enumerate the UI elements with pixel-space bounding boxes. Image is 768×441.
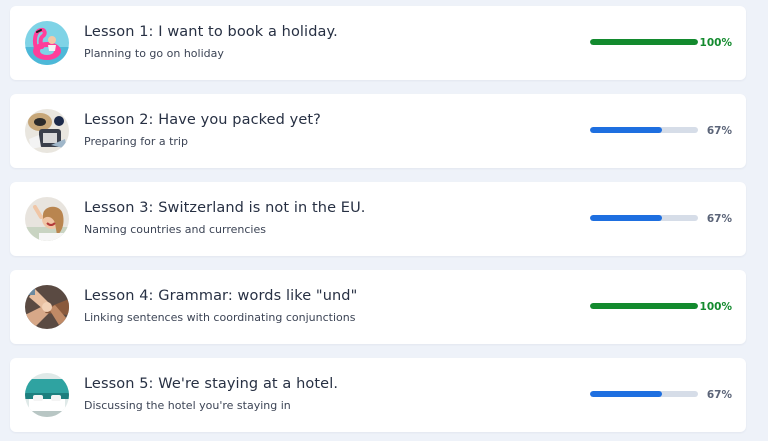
packed-suitcase-icon [25, 109, 69, 153]
progress-bar [590, 215, 698, 221]
lesson-title: Lesson 5: We're staying at a hotel. [84, 376, 339, 392]
progress-bar [590, 127, 698, 133]
lesson-card-5[interactable]: Lesson 5: We're staying at a hotel. Disc… [10, 358, 746, 432]
flamingo-float-icon [25, 21, 69, 65]
progress-bar [590, 391, 698, 397]
progress-percent: 67% [706, 213, 732, 225]
smiling-woman-icon [25, 197, 69, 241]
progress-percent: 67% [706, 389, 732, 401]
lesson-title: Lesson 4: Grammar: words like "und" [84, 288, 358, 304]
hotel-room-icon [25, 373, 69, 417]
lesson-title: Lesson 1: I want to book a holiday. [84, 24, 338, 40]
progress-percent: 100% [699, 301, 732, 313]
lesson-card-2[interactable]: Lesson 2: Have you packed yet? Preparing… [10, 94, 746, 168]
lesson-subtitle: Planning to go on holiday [84, 47, 224, 60]
progress-bar [590, 303, 698, 309]
lesson-subtitle: Discussing the hotel you're staying in [84, 399, 291, 412]
lesson-subtitle: Preparing for a trip [84, 135, 188, 148]
progress-fill [590, 39, 698, 45]
progress-percent: 100% [699, 37, 732, 49]
progress-fill [590, 303, 698, 309]
progress-fill [590, 215, 663, 221]
lesson-card-1[interactable]: Lesson 1: I want to book a holiday. Plan… [10, 6, 746, 80]
lesson-list: Lesson 1: I want to book a holiday. Plan… [0, 0, 768, 441]
lesson-title: Lesson 2: Have you packed yet? [84, 112, 321, 128]
progress-fill [590, 391, 663, 397]
stacked-hands-icon [25, 285, 69, 329]
lesson-title: Lesson 3: Switzerland is not in the EU. [84, 200, 366, 216]
progress-bar [590, 39, 698, 45]
lesson-subtitle: Linking sentences with coordinating conj… [84, 311, 356, 324]
lesson-subtitle: Naming countries and currencies [84, 223, 266, 236]
lesson-card-4[interactable]: Lesson 4: Grammar: words like "und" Link… [10, 270, 746, 344]
progress-fill [590, 127, 663, 133]
lesson-card-3[interactable]: Lesson 3: Switzerland is not in the EU. … [10, 182, 746, 256]
progress-percent: 67% [706, 125, 732, 137]
